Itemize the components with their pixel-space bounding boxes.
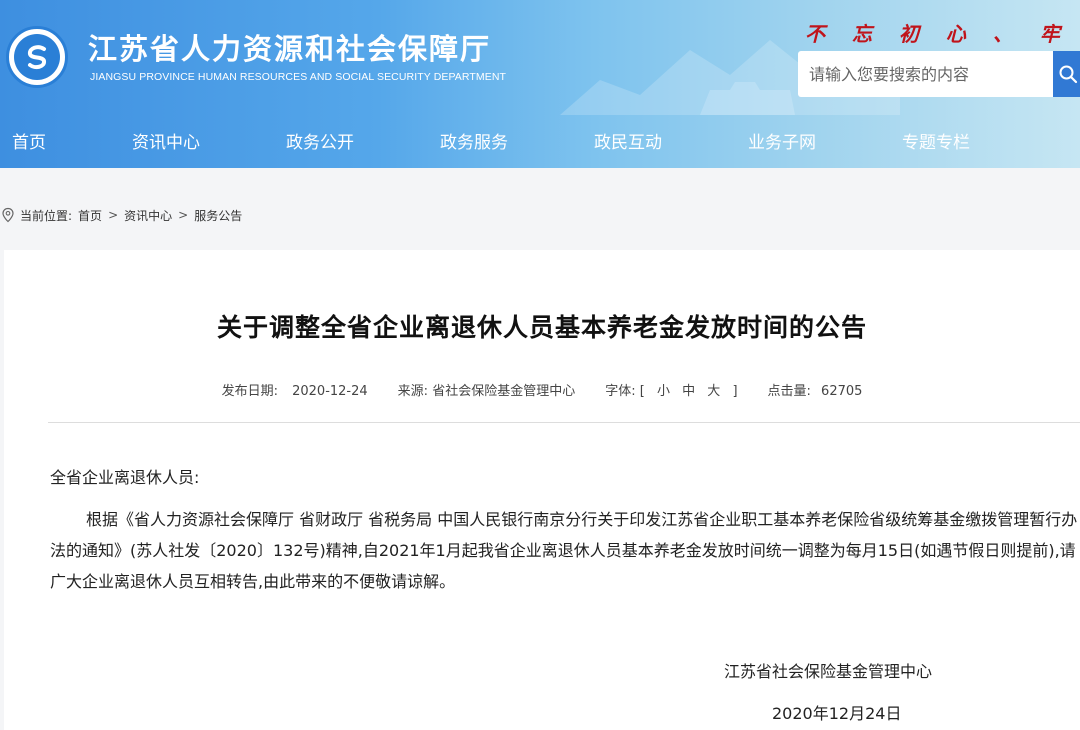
slogan-text: 不 忘 初 心 、 牢 记 使 [805, 22, 1080, 46]
main-nav: 首页 资讯中心 政务公开 政务服务 政民互动 业务子网 专题专栏 [0, 119, 1080, 168]
search-input[interactable] [798, 51, 1054, 97]
source-value: 省社会保险基金管理中心 [432, 384, 576, 399]
breadcrumb-separator: > [178, 208, 189, 222]
breadcrumb: 当前位置: 首页 > 资讯中心 > 服务公告 [0, 205, 242, 225]
font-size-control: 字体: [ 小 中 大 ] [605, 380, 737, 399]
article-greeting: 全省企业离退休人员: [50, 468, 200, 487]
site-subtitle: JIANGSU PROVINCE HUMAN RESOURCES AND SOC… [90, 71, 507, 83]
hit-count: 点击量: 62705 [768, 380, 863, 399]
location-pin-icon [2, 207, 14, 223]
breadcrumb-link-announcements[interactable]: 服务公告 [194, 207, 242, 224]
signature-date: 2020年12月24日 [772, 704, 902, 723]
article-source: 来源: 省社会保险基金管理中心 [398, 380, 576, 399]
nav-item-home[interactable]: 首页 [12, 119, 46, 168]
font-bracket-open: [ [639, 384, 645, 399]
search-field[interactable] [798, 51, 1054, 97]
nav-item-services[interactable]: 政务服务 [440, 119, 508, 168]
font-size-medium-button[interactable]: 中 [682, 384, 695, 399]
article-meta: 发布日期: 2020-12-24 来源: 省社会保险基金管理中心 字体: [ 小… [4, 380, 1080, 399]
breadcrumb-link-news[interactable]: 资讯中心 [124, 207, 172, 224]
font-size-small-button[interactable]: 小 [657, 384, 670, 399]
publish-date-value: 2020-12-24 [292, 384, 368, 399]
publish-date: 发布日期: 2020-12-24 [222, 380, 368, 399]
breadcrumb-prefix: 当前位置: [20, 208, 73, 223]
publish-date-label: 发布日期: [221, 384, 278, 399]
emblem-icon [14, 34, 60, 80]
font-size-large-button[interactable]: 大 [707, 384, 720, 399]
breadcrumb-separator: > [108, 208, 119, 222]
site-logo[interactable] [6, 26, 68, 88]
search-button[interactable] [1053, 51, 1080, 97]
site-title[interactable]: 江苏省人力资源和社会保障厅 [88, 26, 491, 68]
font-size-label: 字体: [605, 384, 636, 399]
article-card: 关于调整全省企业离退休人员基本养老金发放时间的公告 发布日期: 2020-12-… [4, 250, 1080, 730]
article-body: 根据《省人力资源社会保障厅 省财政厅 省税务局 中国人民银行南京分行关于印发江苏… [50, 510, 1078, 591]
hit-count-label: 点击量: [767, 384, 811, 399]
source-label: 来源: [397, 384, 429, 399]
nav-item-topics[interactable]: 专题专栏 [902, 119, 970, 168]
font-bracket-close: ] [732, 384, 738, 399]
nav-item-public-affairs[interactable]: 政务公开 [286, 119, 354, 168]
search-icon [1059, 65, 1078, 84]
article-title: 关于调整全省企业离退休人员基本养老金发放时间的公告 [216, 313, 867, 342]
meta-divider [48, 422, 1080, 423]
breadcrumb-link-home[interactable]: 首页 [78, 207, 102, 224]
signature-organization: 江苏省社会保险基金管理中心 [724, 662, 933, 681]
site-header: 江苏省人力资源和社会保障厅 JIANGSU PROVINCE HUMAN RES… [0, 0, 1080, 168]
nav-item-interaction[interactable]: 政民互动 [594, 119, 662, 168]
nav-item-news[interactable]: 资讯中心 [132, 119, 200, 168]
hit-count-value: 62705 [821, 384, 863, 399]
nav-item-subsites[interactable]: 业务子网 [748, 119, 816, 168]
